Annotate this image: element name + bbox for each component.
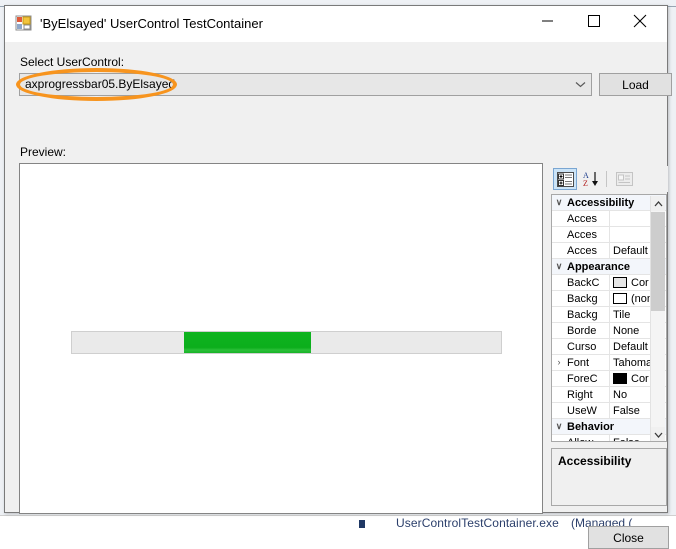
property-name: Acces xyxy=(567,228,597,241)
property-row[interactable]: Backg Tile xyxy=(552,307,666,323)
process-marker-icon xyxy=(359,520,365,528)
property-row[interactable]: Curso Default xyxy=(552,339,666,355)
property-name: Borde xyxy=(567,324,597,337)
maximize-icon xyxy=(588,15,600,27)
combobox-selected-value: axprogressbar05.ByElsayed xyxy=(25,77,176,91)
progressbar-control[interactable] xyxy=(71,331,502,354)
preview-panel xyxy=(19,163,543,514)
close-dialog-button[interactable]: Close xyxy=(588,526,669,549)
property-grid-rows[interactable]: ∨ Accessibility Acces Acces Acces Default ∨ App… xyxy=(551,194,667,442)
property-description-title: Accessibility xyxy=(558,454,632,468)
property-name: UseW xyxy=(567,404,597,417)
property-name: Right xyxy=(567,388,593,401)
alphabetical-view-button[interactable]: A Z xyxy=(580,168,604,190)
minimize-button[interactable] xyxy=(525,6,571,36)
property-row[interactable]: Borde None xyxy=(552,323,666,339)
column-divider xyxy=(609,227,610,242)
load-button[interactable]: Load xyxy=(599,73,672,96)
property-name: BackC xyxy=(567,276,600,289)
property-name: Font xyxy=(567,356,590,369)
background-process-name: UserControlTestContainer.exe xyxy=(396,516,559,530)
scroll-down-button[interactable] xyxy=(651,427,665,441)
property-pages-button[interactable] xyxy=(612,168,636,190)
property-grid: A Z ∨ Accessibility Acces Acces Acces De… xyxy=(550,163,668,514)
window-titlebar: 'ByElsayed' UserControl TestContainer xyxy=(5,6,667,42)
property-name: Acces xyxy=(567,244,597,257)
categorized-icon xyxy=(556,171,574,187)
property-name: Curso xyxy=(567,340,597,353)
color-swatch xyxy=(613,373,627,384)
property-grid-scrollbar[interactable] xyxy=(650,196,665,441)
window-title: 'ByElsayed' UserControl TestContainer xyxy=(40,16,263,31)
close-icon xyxy=(633,14,647,28)
preview-label: Preview: xyxy=(20,145,67,159)
expander-icon[interactable]: › xyxy=(552,355,566,370)
minimize-icon xyxy=(542,20,553,22)
usercontrol-combobox[interactable]: axprogressbar05.ByElsayed xyxy=(19,73,592,96)
property-description-panel: Accessibility xyxy=(551,448,667,506)
property-row[interactable]: BackC Cor xyxy=(552,275,666,291)
property-row[interactable]: AllowFalse xyxy=(552,435,666,442)
property-row[interactable]: UseW False xyxy=(552,403,666,419)
select-usercontrol-label: Select UserControl: xyxy=(20,55,125,69)
property-row[interactable]: Backg (non xyxy=(552,291,666,307)
maximize-button[interactable] xyxy=(571,6,617,36)
scroll-up-button[interactable] xyxy=(651,196,665,211)
property-name: Allow xyxy=(566,437,609,442)
property-name: Backg xyxy=(567,308,598,321)
toolbar-separator xyxy=(606,171,607,187)
chevron-down-icon xyxy=(654,432,662,438)
property-row[interactable]: › Font Tahoma; xyxy=(552,355,666,371)
property-row[interactable]: Right No xyxy=(552,387,666,403)
property-name: ForeC xyxy=(567,372,598,385)
background-process-list: UserControlTestContainer.exe (Managed ( xyxy=(0,515,676,532)
property-row[interactable]: ForeC Cor xyxy=(552,371,666,387)
property-pages-icon xyxy=(615,172,633,186)
test-container-window: 'ByElsayed' UserControl TestContainer Se… xyxy=(4,5,672,549)
progressbar-chunk xyxy=(184,332,311,353)
property-name: Backg xyxy=(567,292,598,305)
property-name: Appearance xyxy=(567,260,630,273)
color-swatch xyxy=(613,293,627,304)
property-grid-toolbar: A Z xyxy=(550,166,668,192)
window-client-area: Select UserControl: axprogressbar05.ByEl… xyxy=(5,42,672,549)
expander-icon[interactable]: ∨ xyxy=(552,195,566,210)
chevron-down-icon[interactable] xyxy=(569,74,591,95)
property-value-text: Cor xyxy=(631,276,649,289)
color-swatch xyxy=(613,277,627,288)
property-category-row[interactable]: ∨ Appearance xyxy=(552,259,666,275)
categorized-view-button[interactable] xyxy=(553,168,577,190)
property-row[interactable]: Acces xyxy=(552,211,666,227)
property-row[interactable]: Acces xyxy=(552,227,666,243)
svg-text:Z: Z xyxy=(583,179,588,187)
scrollbar-thumb[interactable] xyxy=(651,212,665,311)
close-window-button[interactable] xyxy=(617,6,663,36)
sort-alphabetical-icon: A Z xyxy=(583,171,598,187)
property-name: Acces xyxy=(567,212,597,225)
usercontrol-app-icon xyxy=(15,15,33,31)
expander-icon[interactable]: ∨ xyxy=(552,259,566,274)
expander-icon[interactable]: ∨ xyxy=(552,419,566,434)
property-category-row[interactable]: ∨ Behavior xyxy=(552,419,666,435)
property-name: Behavior xyxy=(567,420,615,433)
property-name: Accessibility xyxy=(567,196,635,209)
chevron-up-icon xyxy=(654,200,662,206)
property-value-text: Cor xyxy=(631,372,649,385)
property-row[interactable]: Acces Default xyxy=(552,243,666,259)
property-category-row[interactable]: ∨ Accessibility xyxy=(552,195,666,211)
column-divider xyxy=(609,211,610,226)
